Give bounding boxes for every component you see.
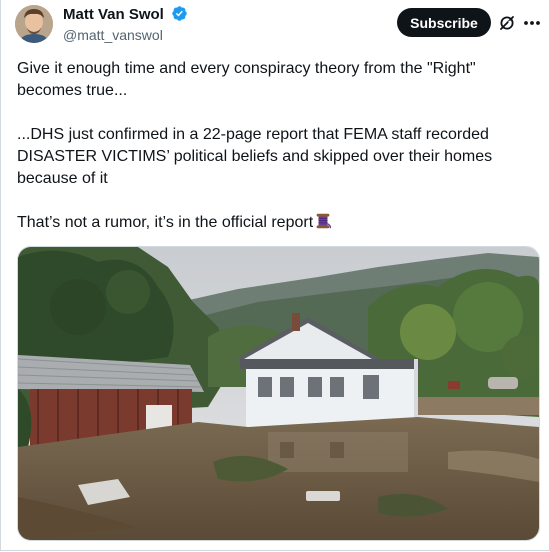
photo-illustration <box>18 247 539 540</box>
tweet-paragraph-text: That’s not a rumor, it’s in the official… <box>17 214 314 231</box>
tweet-paragraph: Give it enough time and every conspiracy… <box>17 60 476 99</box>
tweet-paragraph: That’s not a rumor, it’s in the official… <box>17 212 532 234</box>
flooded-house-photo[interactable] <box>17 246 540 541</box>
tweet-text: Give it enough time and every conspiracy… <box>17 58 532 256</box>
tweet-paragraph: ...DHS just confirmed in a 22-page repor… <box>17 126 493 187</box>
thread-spool-emoji <box>316 213 332 229</box>
avatar[interactable] <box>15 5 53 43</box>
author-handle[interactable]: @matt_vanswol <box>63 26 163 44</box>
more-options-icon[interactable] <box>523 20 541 26</box>
avatar-image <box>15 5 53 43</box>
tweet-card: Matt Van Swol @matt_vanswol Subscribe Gi… <box>0 0 550 551</box>
author-name-text: Matt Van Swol <box>63 6 164 23</box>
grok-icon[interactable] <box>498 14 516 32</box>
author-name[interactable]: Matt Van Swol <box>63 5 188 25</box>
verified-badge-icon <box>172 6 187 21</box>
subscribe-button[interactable]: Subscribe <box>397 8 491 37</box>
